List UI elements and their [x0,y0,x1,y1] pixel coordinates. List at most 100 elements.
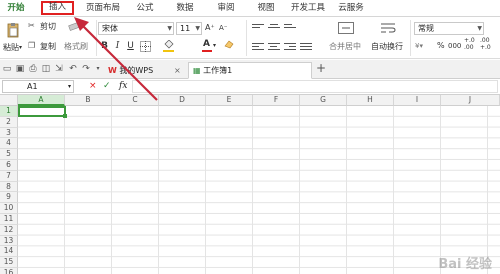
menu-cloud[interactable]: 云服务 [336,2,366,15]
font-shrink-button[interactable]: A⁻ [219,23,227,33]
export-pdf-icon[interactable]: ⇲ [54,64,64,74]
row-header-2[interactable]: 2 [0,116,18,128]
number-format-value: 常规 [418,24,434,33]
column-header-g[interactable]: G [300,95,347,106]
menu-bar: 开始 插入 页面布局 公式 数据 审阅 视图 开发工具 云服务 [0,0,500,17]
clear-format-button[interactable] [224,39,240,53]
align-center-icon[interactable] [268,41,280,51]
paste-icon [7,23,19,38]
column-header-e[interactable]: E [206,95,253,106]
font-grow-button[interactable]: A⁺ [205,23,215,33]
cell-area[interactable] [18,106,500,274]
row-header-3[interactable]: 3 [0,127,18,139]
align-middle-icon[interactable] [268,22,280,32]
column-header-c[interactable]: C [112,95,159,106]
menu-data[interactable]: 数据 [172,2,198,15]
percent-button[interactable]: % [437,41,445,51]
font-color-icon: A [203,39,210,49]
paste-dropdown-icon: ▾ [19,44,23,51]
column-header-d[interactable]: D [159,95,206,106]
column-header-j[interactable]: J [441,95,500,106]
row-header-6[interactable]: 6 [0,160,18,171]
chevron-down-icon: ▼ [195,25,200,32]
tab-workbook-1[interactable]: ▦ 工作簿1 [188,62,312,79]
font-color-button[interactable]: A ▾ [202,39,218,53]
font-size-value: 11 [180,24,191,33]
align-top-icon[interactable] [252,22,264,32]
font-size-select[interactable]: 11 ▼ [176,22,202,35]
format-painter-button[interactable]: 格式刷 [62,21,94,53]
row-header-5[interactable]: 5 [0,149,18,160]
align-bottom-icon[interactable] [284,22,296,32]
column-header-i[interactable]: I [394,95,441,106]
menu-formulas[interactable]: 公式 [132,2,158,15]
ribbon: 粘贴 ▾ ✂ 剪切 ❐ 复制 格式刷 宋体 ▼ 11 ▼ A⁺ A⁻ B I U… [0,17,500,59]
italic-button[interactable]: I [112,40,123,52]
new-tab-button[interactable]: + [316,62,326,74]
row-header-14[interactable]: 14 [0,246,18,258]
cancel-edit-icon[interactable]: × [89,80,97,93]
row-header-1[interactable]: 1 [0,106,18,117]
increase-decimal-button[interactable]: +.0 .00 [464,37,475,51]
cut-button[interactable]: ✂ 剪切 [28,21,60,33]
menu-view[interactable]: 视图 [253,2,279,15]
formula-input[interactable] [132,80,498,93]
chevron-down-icon: ▼ [167,25,172,32]
confirm-edit-icon[interactable]: ✓ [103,80,111,93]
bold-button[interactable]: B [99,40,110,52]
menu-page-layout[interactable]: 页面布局 [84,2,122,15]
print-preview-icon[interactable]: ◫ [41,64,51,74]
wrap-text-button[interactable]: 自动换行 [370,20,406,54]
copy-button[interactable]: ❐ 复制 [28,41,60,53]
name-box[interactable]: A1 ▾ [2,80,74,93]
merge-center-button[interactable]: 合并居中 [328,20,364,54]
chevron-down-icon: ▾ [213,42,217,49]
font-name-select[interactable]: 宋体 ▼ [98,22,174,35]
row-header-7[interactable]: 7 [0,170,18,182]
row-header-13[interactable]: 13 [0,235,18,247]
currency-format-button[interactable]: ¥▾ [415,41,423,51]
cell-reference: A1 [27,82,38,91]
column-header-a[interactable]: A [18,95,65,106]
format-painter-icon [68,22,81,31]
chevron-down-icon[interactable]: ▾ [93,64,103,74]
paste-label: 粘贴 [3,43,19,52]
justify-icon[interactable] [300,41,312,51]
row-header-9[interactable]: 9 [0,192,18,204]
fill-color-button[interactable] [163,39,181,53]
borders-button[interactable] [140,41,152,52]
row-header-16[interactable]: 16 [0,268,18,274]
active-cell-a1[interactable] [18,106,67,118]
row-header-11[interactable]: 11 [0,214,18,225]
menu-insert[interactable]: 插入 [41,1,74,15]
thousands-button[interactable]: 000 [448,41,461,51]
copy-label: 复制 [40,42,56,51]
paste-button[interactable]: 粘贴 ▾ [2,19,24,55]
column-header-f[interactable]: F [253,95,300,106]
menu-review[interactable]: 审阅 [213,2,239,15]
save-icon[interactable]: ▣ [15,64,25,74]
row-header-10[interactable]: 10 [0,203,18,214]
tab-my-wps[interactable]: W 我的WPS × [103,62,193,79]
wrap-text-icon [381,23,396,33]
insert-function-icon[interactable]: fx [119,80,127,93]
redo-icon[interactable]: ↷ [81,64,91,74]
print-icon[interactable]: ⎙ [28,64,38,74]
row-header-4[interactable]: 4 [0,138,18,150]
align-right-icon[interactable] [284,41,296,51]
column-header-b[interactable]: B [65,95,112,106]
number-format-select[interactable]: 常规 ▼ [414,22,484,35]
select-all-corner[interactable] [0,95,18,106]
column-header-h[interactable]: H [347,95,394,106]
align-left-icon[interactable] [252,41,264,51]
row-header-12[interactable]: 12 [0,224,18,236]
close-icon[interactable]: × [174,63,181,78]
menu-developer[interactable]: 开发工具 [289,2,327,15]
row-header-15[interactable]: 15 [0,257,18,268]
decrease-decimal-button[interactable]: .00 +.0 [480,37,491,51]
underline-button[interactable]: U [125,40,136,52]
row-header-8[interactable]: 8 [0,181,18,193]
open-folder-icon[interactable]: ▭ [2,64,12,74]
menu-home[interactable]: 开始 [4,2,28,15]
undo-icon[interactable]: ↶ [68,64,78,74]
